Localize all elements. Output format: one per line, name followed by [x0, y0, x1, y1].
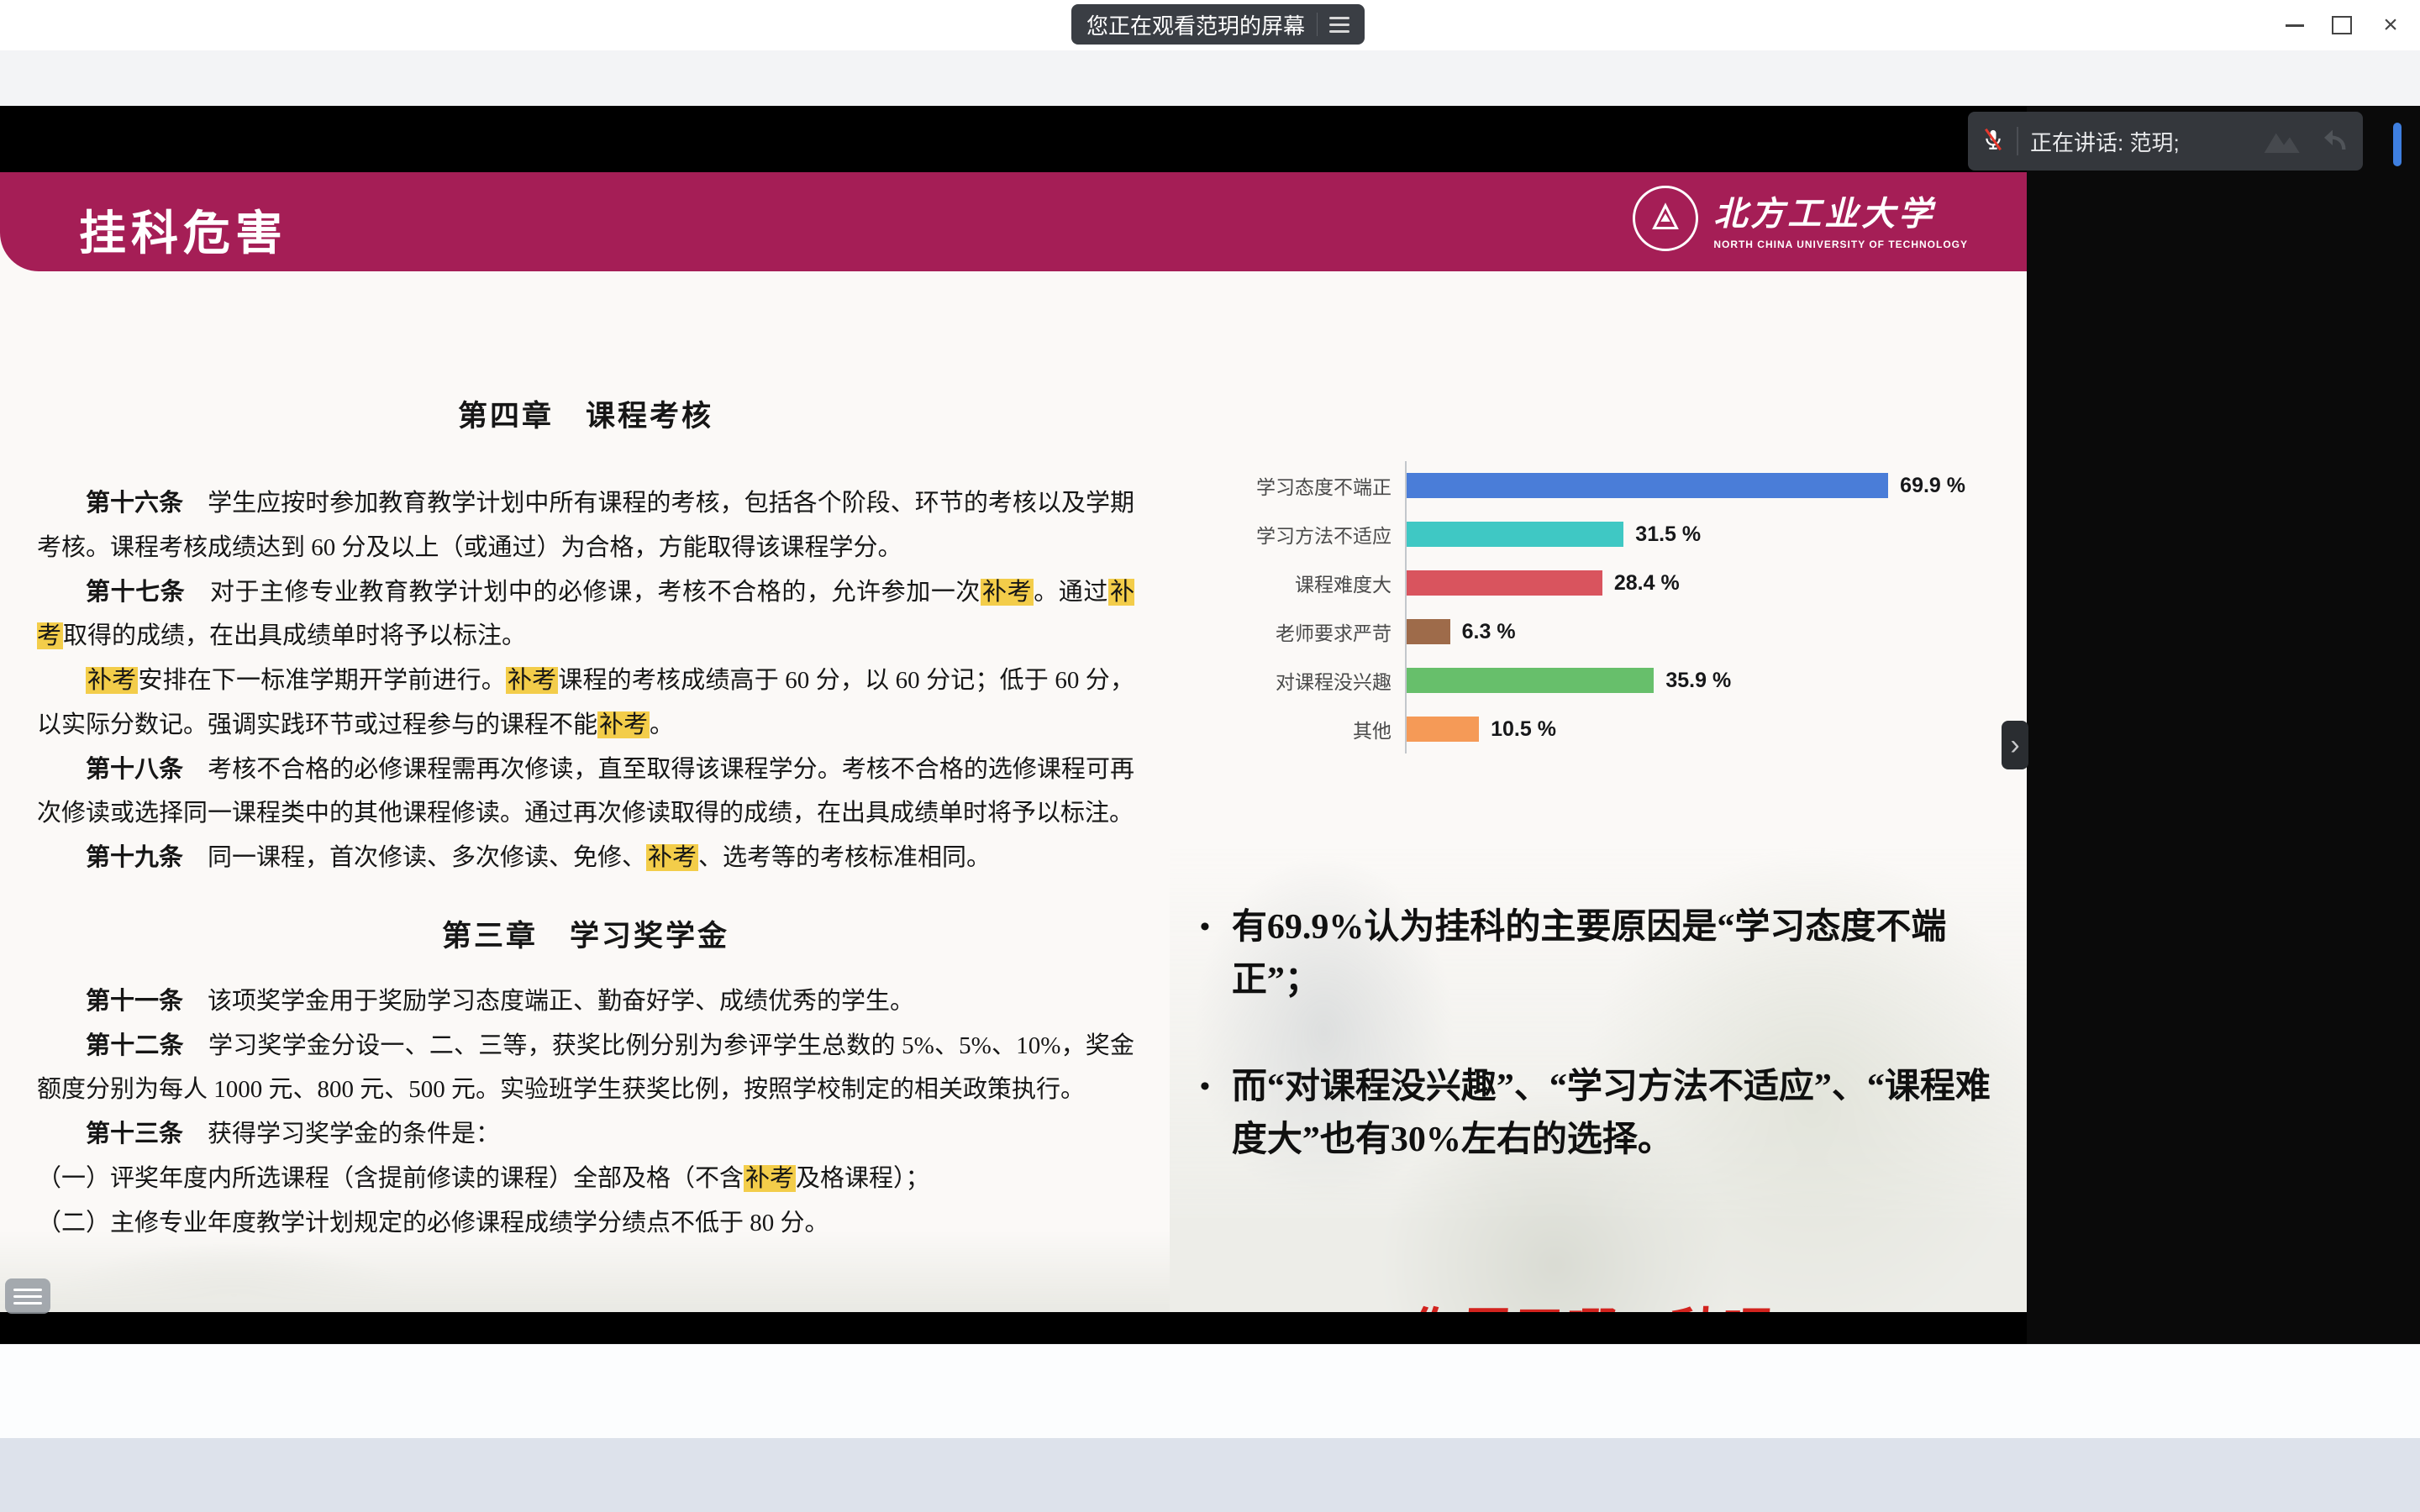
chart-value-label: 69.9 %: [1900, 474, 1965, 498]
close-icon: ×: [2383, 11, 2398, 39]
mic-muted-icon: [1981, 128, 2005, 155]
bullet-dot: •: [1200, 901, 1210, 1007]
chart-category-label: 对课程没兴趣: [1178, 666, 1405, 695]
participants-sidebar: 向福川 ◬ 北方工业大学 NORTH CHINA UNIVERSITY OF T…: [2027, 106, 2420, 1344]
university-seal-icon: [1633, 186, 1698, 251]
bullet-text: 而“对课程没兴趣”、“学习方法不适应”、“课程难度大”也有30%左右的选择。: [1232, 1061, 2000, 1167]
bullet-item: • 而“对课程没兴趣”、“学习方法不适应”、“课程难度大”也有30%左右的选择。: [1200, 1061, 2000, 1167]
maximize-icon: [2332, 16, 2352, 34]
chart-track: 6.3 %: [1405, 607, 2018, 656]
article-13-item1: （一）评奖年度内所选课程（含提前修读的课程）全部及格（不含补考及格课程）；: [37, 1157, 1134, 1201]
chart-row: 对课程没兴趣 35.9 %: [1178, 656, 2018, 705]
meeting-status-bar: i 09:09 演讲者视图: [0, 50, 2420, 107]
sidebar-collapse-handle[interactable]: ›: [2002, 721, 2028, 769]
watermark-icon: [2260, 124, 2307, 158]
chart-bar: [1407, 619, 1450, 644]
chart-track: 69.9 %: [1405, 461, 2018, 510]
sidebar-scrollbar-thumb[interactable]: [2393, 123, 2402, 166]
undo-arrow-icon[interactable]: [2316, 124, 2349, 158]
annotation-toolbar-toggle[interactable]: [5, 1278, 50, 1314]
bullet-text: 有69.9%认为挂科的主要原因是“学习态度不端正”；: [1232, 901, 2000, 1007]
chapter3-title: 第三章 学习奖学金: [37, 919, 1134, 954]
pill-divider: [1317, 13, 1318, 36]
chart-category-label: 学习方法不适应: [1178, 520, 1405, 549]
university-name-cn: 北方工业大学: [1713, 186, 1968, 235]
meeting-toolbar: 解除静音 开启视频 共享屏幕: [0, 1344, 2420, 1439]
divider: [2017, 127, 2018, 155]
chart-bar: [1407, 473, 1888, 498]
article-12: 第十二条 学习奖学金分设一、二、三等，获奖比例分别为参评学生总数的 5%、5%、…: [37, 1024, 1134, 1113]
watching-screen-label: 您正在观看范玥的屏幕: [1086, 9, 1305, 40]
summary-bullets: • 有69.9%认为挂科的主要原因是“学习态度不端正”； • 而“对课程没兴趣”…: [1200, 901, 2000, 1167]
university-logo: 北方工业大学 NORTH CHINA UNIVERSITY OF TECHNOL…: [1633, 186, 1968, 251]
bullet-item: • 有69.9%认为挂科的主要原因是“学习态度不端正”；: [1200, 901, 2000, 1007]
chart-track: 31.5 %: [1405, 510, 2018, 559]
article-19: 第十九条 同一课程，首次修读、多次修读、免修、补考、选考等的考核标准相同。: [37, 836, 1134, 880]
regulation-document: 第四章 课程考核 第十六条 学生应按时参加教育教学计划中所有课程的考核，包括各个…: [37, 399, 1134, 1245]
chapter4-title: 第四章 课程考核: [37, 399, 1134, 434]
chart-bar: [1407, 668, 1654, 693]
chart-bar: [1407, 570, 1602, 596]
chart-bar: [1407, 717, 1479, 742]
chart-row: 老师要求严苛 6.3 %: [1178, 607, 2018, 656]
chart-row: 其他 10.5 %: [1178, 705, 2018, 753]
chart-bar: [1407, 522, 1623, 547]
chart-value-label: 35.9 %: [1665, 669, 1731, 693]
chart-row: 学习态度不端正 69.9 %: [1178, 461, 2018, 510]
chart-category-label: 其他: [1178, 715, 1405, 743]
question-banner: 你属于哪一种呢!: [1174, 1291, 2027, 1312]
meeting-app-window: 您正在观看范玥的屏幕 × i 09:09: [0, 0, 2420, 1512]
chart-row: 课程难度大 28.4 %: [1178, 559, 2018, 607]
chart-value-label: 31.5 %: [1635, 522, 1701, 547]
windows-taskbar: 1 4°C 晴朗 搜索 W: [0, 1438, 2420, 1512]
chart-track: 10.5 %: [1405, 705, 2018, 753]
minimize-icon: [2286, 24, 2304, 27]
chart-row: 学习方法不适应 31.5 %: [1178, 510, 2018, 559]
speaking-indicator-bar: 正在讲话: 范玥;: [1968, 112, 2363, 171]
article-17: 第十七条 对于主修专业教育教学计划中的必修课，考核不合格的，允许参加一次补考。通…: [37, 570, 1134, 659]
watching-screen-pill[interactable]: 您正在观看范玥的屏幕: [1071, 4, 1365, 45]
minimize-button[interactable]: [2274, 8, 2316, 42]
chart-value-label: 28.4 %: [1614, 571, 1680, 596]
fail-reason-bar-chart: 学习态度不端正 69.9 % 学习方法不适应 31.5 % 课程难度大 28.4 % 老师要…: [1178, 461, 2018, 753]
university-name-en: NORTH CHINA UNIVERSITY OF TECHNOLOGY: [1713, 239, 1968, 250]
title-bar: 您正在观看范玥的屏幕 ×: [0, 0, 2420, 50]
chart-value-label: 6.3 %: [1462, 620, 1516, 644]
close-button[interactable]: ×: [2370, 8, 2412, 42]
mic-muted-icon: [1981, 128, 2005, 151]
menu-icon[interactable]: [1329, 13, 1349, 37]
article-13-item2: （二）主修专业年度教学计划规定的必修课程成绩学分绩点不低于 80 分。: [37, 1201, 1134, 1246]
article-13: 第十三条 获得学习奖学金的条件是：: [37, 1112, 1134, 1157]
shared-screen-region: 挂科危害 北方工业大学 NORTH CHINA UNIVERSITY OF TE…: [0, 106, 2027, 1344]
chart-value-label: 10.5 %: [1491, 717, 1556, 742]
speaking-label: 正在讲话: 范玥;: [2030, 126, 2249, 157]
maximize-button[interactable]: [2321, 8, 2363, 42]
presentation-slide: 挂科危害 北方工业大学 NORTH CHINA UNIVERSITY OF TE…: [0, 172, 2027, 1312]
chart-category-label: 老师要求严苛: [1178, 617, 1405, 646]
article-11: 第十一条 该项奖学金用于奖励学习态度端正、勤奋好学、成绩优秀的学生。: [37, 979, 1134, 1024]
chart-track: 28.4 %: [1405, 559, 2018, 607]
chart-category-label: 学习态度不端正: [1178, 471, 1405, 500]
article-18: 第十八条 考核不合格的必修课程需再次修读，直至取得该课程学分。考核不合格的选修课…: [37, 748, 1134, 837]
slide-title: 挂科危害: [79, 196, 287, 264]
article-16: 第十六条 学生应按时参加教育教学计划中所有课程的考核，包括各个阶段、环节的考核以…: [37, 481, 1134, 570]
chart-category-label: 课程难度大: [1178, 569, 1405, 597]
chart-track: 35.9 %: [1405, 656, 2018, 705]
article-17-cont: 补考安排在下一标准学期开学前进行。补考课程的考核成绩高于 60 分，以 60 分…: [37, 659, 1134, 748]
chevron-right-icon: ›: [2010, 729, 2019, 762]
bullet-dot: •: [1200, 1061, 1210, 1167]
